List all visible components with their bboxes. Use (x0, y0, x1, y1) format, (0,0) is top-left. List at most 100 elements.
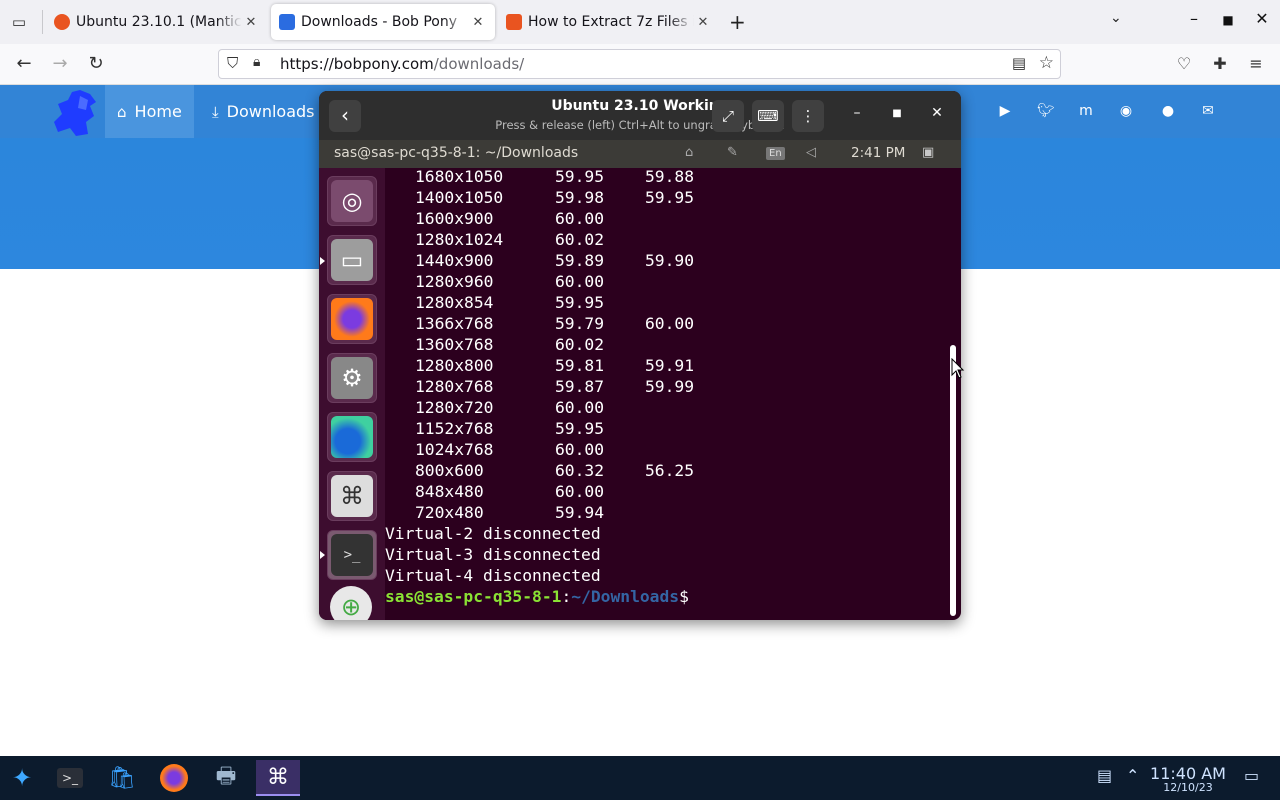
input-language[interactable]: En (766, 147, 785, 160)
running-indicator (320, 551, 325, 559)
prompt-user: sas@sas-pc-q35-8-1 (385, 587, 562, 606)
clipboard-icon[interactable]: ▤ (1097, 766, 1112, 785)
url-host: https://bobpony.com (280, 55, 434, 73)
close-tab-icon[interactable]: ✕ (242, 15, 260, 30)
edge-icon (331, 416, 373, 458)
bobpony-favicon-icon (279, 14, 295, 30)
tab-title: Ubuntu 23.10.1 (Mantic Minotaur) (76, 14, 242, 30)
scanner-icon: 🖶︎ (215, 764, 237, 789)
vm-maximize-icon[interactable]: ■ (887, 108, 907, 119)
mode-refresh-rate: 59.81 (555, 356, 605, 375)
show-desktop-icon[interactable]: ▭ (1244, 766, 1259, 785)
mode-resolution: 1680x1050 (415, 168, 504, 186)
bobpony-logo-icon[interactable] (50, 88, 102, 138)
extensions-icon[interactable]: ✚ (1209, 54, 1231, 73)
vm-minimize-icon[interactable]: – (847, 105, 867, 121)
tab-separator (42, 10, 43, 34)
download-icon: ⤓ (212, 102, 219, 121)
launcher-edge[interactable] (327, 412, 377, 462)
mode-resolution: 1440x900 (415, 251, 494, 270)
launcher-vm-viewer[interactable]: ⌘ (327, 471, 377, 521)
nav-home-label: Home (134, 102, 182, 121)
mode-refresh-rate: 60.00 (555, 440, 605, 459)
mode-refresh-rate-alt: 56.25 (645, 461, 695, 480)
close-window-icon[interactable]: ✕ (1250, 9, 1274, 28)
mode-resolution: 800x600 (415, 461, 484, 480)
mode-resolution: 1400x1050 (415, 188, 504, 207)
url-text[interactable]: https://bobpony.com/downloads/ (280, 55, 524, 73)
close-tab-icon[interactable]: ✕ (694, 15, 712, 30)
url-bar[interactable]: ⛉ 🔒︎ https://bobpony.com/downloads/ ▤ ☆ (218, 49, 1061, 79)
launcher-settings[interactable]: ⚙ (327, 353, 377, 403)
mode-refresh-rate-alt: 59.88 (645, 168, 695, 186)
minimize-icon[interactable]: – (1182, 9, 1206, 28)
reader-view-icon[interactable]: ▤ (1012, 54, 1026, 72)
close-tab-icon[interactable]: ✕ (469, 15, 487, 30)
forward-arrow-icon[interactable]: → (48, 53, 72, 74)
lock-icon[interactable]: 🔒︎ (253, 54, 260, 70)
tray-expand-chevron-icon[interactable]: ⌃ (1126, 766, 1139, 785)
mode-resolution: 1360x768 (415, 335, 494, 354)
bookmark-star-icon[interactable]: ☆ (1039, 53, 1054, 73)
guest-clock[interactable]: 2:41 PM (851, 145, 905, 161)
launcher-files[interactable]: ▭ (327, 235, 377, 285)
bluetooth-icon[interactable]: ✎ (727, 145, 738, 160)
maximize-icon[interactable]: ■ (1216, 13, 1240, 27)
mode-refresh-rate-alt: 59.95 (645, 188, 695, 207)
mail-icon[interactable]: ✉ (1198, 101, 1218, 121)
pocket-icon[interactable]: ♡ (1173, 54, 1195, 73)
hamburger-menu-icon[interactable]: ≡ (1245, 54, 1267, 73)
mode-refresh-rate: 59.95 (555, 419, 605, 438)
guest-top-panel: sas@sas-pc-q35-8-1: ~/Downloads ⌂ ✎ En ◁… (319, 140, 961, 168)
keyboard-icon[interactable]: ⌨ (752, 100, 784, 132)
back-arrow-icon[interactable]: ← (12, 53, 36, 74)
mode-refresh-rate-alt: 60.00 (645, 314, 695, 333)
tab-bar: ▭ Ubuntu 23.10.1 (Mantic Minotaur) ✕ Dow… (0, 0, 1280, 44)
mode-resolution: 1024x768 (415, 440, 494, 459)
mode-refresh-rate: 60.02 (555, 335, 605, 354)
tab-title: Downloads - Bob Pony (301, 14, 458, 30)
youtube-icon[interactable]: ▶ (995, 101, 1015, 121)
launcher-dash[interactable]: ◎ (327, 176, 377, 226)
discord-icon[interactable]: ◉ (1116, 101, 1136, 121)
taskbar-firefox[interactable] (152, 760, 196, 796)
list-all-tabs-chevron-icon[interactable]: ⌄ (1110, 10, 1122, 26)
mode-refresh-rate-alt: 59.90 (645, 251, 695, 270)
files-folder-icon: ▭ (331, 239, 373, 281)
launcher-firefox[interactable] (327, 294, 377, 344)
keyboard-layout-icon[interactable]: ⌂ (685, 145, 693, 160)
nav-home[interactable]: ⌂ Home (105, 85, 194, 138)
taskbar-scanner[interactable]: 🖶︎ (204, 760, 248, 796)
reload-icon[interactable]: ↻ (84, 53, 108, 74)
taskbar-clock-date[interactable]: 12/10/23 (1148, 781, 1228, 794)
github-icon[interactable]: ● (1158, 101, 1178, 121)
mode-resolution: 1280x960 (415, 272, 494, 291)
mode-refresh-rate: 60.32 (555, 461, 605, 480)
launcher-installer[interactable]: ⊕ (327, 583, 377, 620)
tab-list-button[interactable]: ▭ (8, 11, 30, 33)
taskbar-terminal[interactable]: >_ (48, 760, 92, 796)
mode-refresh-rate: 59.95 (555, 168, 605, 186)
mode-resolution: 1280x768 (415, 377, 494, 396)
tracking-protection-shield-icon[interactable]: ⛉ (227, 54, 238, 72)
mastodon-icon[interactable]: m (1076, 101, 1096, 121)
terminal-scrollbar[interactable] (950, 345, 956, 616)
system-settings-icon[interactable]: ▣ (922, 145, 934, 160)
fullscreen-icon[interactable]: ⤢ (712, 100, 744, 132)
tab-downloads[interactable]: Downloads - Bob Pony ✕ (271, 4, 495, 40)
tab-extract-7z[interactable]: How to Extract 7z Files in Ubuntu ✕ (498, 4, 720, 40)
tab-ubuntu[interactable]: Ubuntu 23.10.1 (Mantic Minotaur) ✕ (46, 4, 268, 40)
guest-window-title: sas@sas-pc-q35-8-1: ~/Downloads (334, 145, 579, 161)
taskbar-store[interactable]: 🛍︎ (100, 760, 144, 796)
vm-title-bar[interactable]: ‹ Ubuntu 23.10 Working Press & release (… (319, 91, 961, 140)
terminal-output[interactable]: 1680x1050 59.95 59.88 1400x1050 59.98 59.95 16… (385, 168, 949, 620)
vm-close-icon[interactable]: ✕ (927, 105, 947, 121)
nav-downloads[interactable]: ⤓ Downloads (200, 85, 327, 138)
more-options-icon[interactable]: ⋮ (792, 100, 824, 132)
new-tab-button[interactable]: + (729, 10, 746, 34)
taskbar-vm-viewer[interactable]: ⌘ (256, 760, 300, 796)
twitter-icon[interactable]: 🐦︎ (1036, 101, 1056, 121)
launcher-terminal[interactable]: >_ (327, 530, 377, 580)
volume-muted-icon[interactable]: ◁ (806, 145, 816, 160)
app-launcher-icon[interactable]: ✦ (0, 760, 44, 796)
